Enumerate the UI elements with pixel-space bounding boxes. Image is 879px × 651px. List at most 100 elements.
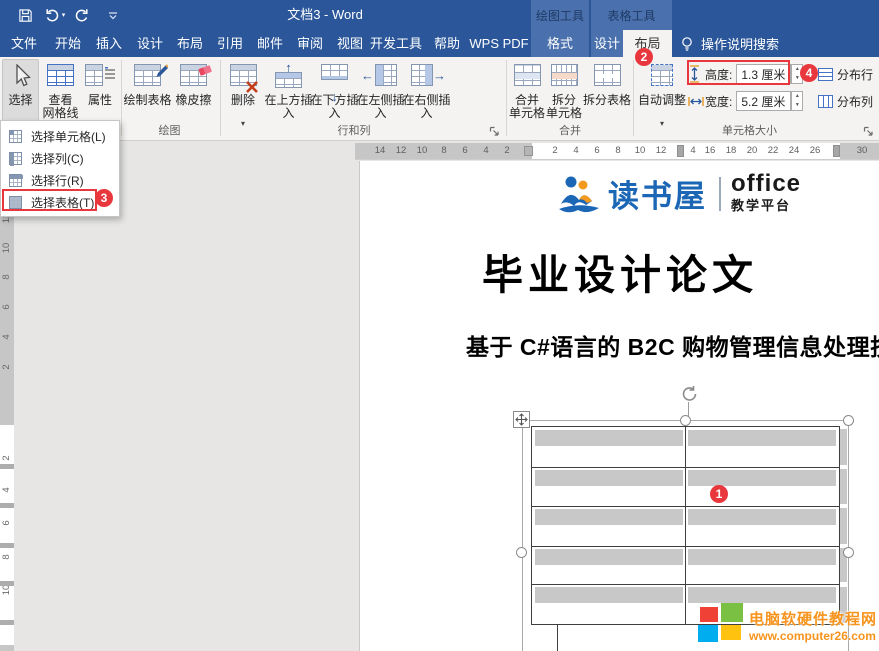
row-end-mark xyxy=(840,508,847,544)
draw-table-button[interactable]: 绘制表格 xyxy=(124,59,171,133)
delete-button[interactable]: 删除 ▾ xyxy=(224,59,262,133)
tab-file[interactable]: 文件 xyxy=(4,30,44,57)
table-row-marker[interactable] xyxy=(0,543,14,548)
width-spinner[interactable]: ▲▼ xyxy=(791,91,803,111)
save-button[interactable] xyxy=(12,2,38,28)
rows-cols-dialog-launcher[interactable] xyxy=(489,124,501,136)
annotation-badge-3: 3 xyxy=(95,189,113,207)
tab-insert[interactable]: 插入 xyxy=(89,30,129,57)
select-cursor-icon xyxy=(3,64,38,92)
tab-view[interactable]: 视图 xyxy=(330,30,370,57)
annotation-badge-2: 2 xyxy=(635,48,653,66)
insert-left-button[interactable]: ← 在左侧插入 xyxy=(358,59,403,133)
watermark-site-url: www.computer26.com xyxy=(749,629,877,643)
resize-handle-right[interactable] xyxy=(843,547,854,558)
annotation-badge-4: 4 xyxy=(800,64,818,82)
merge-cells-button[interactable]: 合并单元格 xyxy=(509,59,545,133)
logo-office: office xyxy=(731,173,801,195)
distribute-rows-button[interactable]: 分布行 xyxy=(818,63,873,85)
undo-dropdown-caret[interactable]: ▾ xyxy=(62,11,66,19)
draw-table-icon xyxy=(125,64,170,92)
distribute-rows-label: 分布行 xyxy=(837,66,873,83)
table-row-marker[interactable] xyxy=(0,581,14,586)
table-row-marker[interactable] xyxy=(0,620,14,625)
properties-icon xyxy=(83,64,117,92)
word-window: ▾ 文档3 - Word 绘图工具 表格工具 文件 开始 插入 设计 布局 引用… xyxy=(0,0,879,651)
ruler-number: 6 xyxy=(457,145,473,156)
tab-home[interactable]: 开始 xyxy=(48,30,88,57)
rotate-handle[interactable] xyxy=(680,385,698,408)
table-row-marker[interactable] xyxy=(0,464,14,469)
properties-label: 属性 xyxy=(77,94,123,107)
ruler-number: 4 xyxy=(1,482,13,498)
tell-me-search[interactable]: 操作说明搜索 xyxy=(680,30,779,57)
tab-format[interactable]: 格式 xyxy=(531,30,589,57)
tab-help[interactable]: 帮助 xyxy=(426,30,468,57)
logo-subtitle: 教学平台 xyxy=(731,195,801,214)
menu-item-select-column[interactable]: 选择列(C) xyxy=(1,147,119,169)
table-column-border[interactable] xyxy=(685,427,686,624)
delete-label: 删除 xyxy=(219,94,267,107)
insert-above-button[interactable]: ↑ 在上方插入 xyxy=(266,59,311,133)
tab-developer[interactable]: 开发工具 xyxy=(368,30,424,57)
tab-mailings[interactable]: 邮件 xyxy=(250,30,290,57)
autofit-button[interactable]: 自动调整 ▾ xyxy=(637,59,687,133)
cell-selection-highlight xyxy=(535,549,683,565)
table-border-continuation xyxy=(557,625,558,651)
split-table-icon xyxy=(584,64,630,92)
document-canvas: 读书屋 office 教学平台 毕业设计论文 基于 C#语言的 B2C 购物管理… xyxy=(14,161,879,651)
customize-qat-button[interactable] xyxy=(100,2,126,28)
ruler-number: 22 xyxy=(765,145,781,156)
tab-references[interactable]: 引用 xyxy=(210,30,250,57)
eraser-icon xyxy=(173,64,214,92)
insert-below-button[interactable]: ↓ 在下方插入 xyxy=(312,59,357,133)
table-column-marker[interactable] xyxy=(833,145,840,157)
redo-icon xyxy=(73,8,89,22)
tab-table-design[interactable]: 设计 xyxy=(591,30,623,57)
split-cells-button[interactable]: 拆分单元格 xyxy=(546,59,582,133)
ruler-number: 4 xyxy=(478,145,494,156)
distribute-columns-button[interactable]: 分布列 xyxy=(818,90,873,112)
tab-design[interactable]: 设计 xyxy=(130,30,170,57)
split-cells-icon xyxy=(547,64,581,92)
title-bar: ▾ 文档3 - Word 绘图工具 表格工具 xyxy=(0,0,879,30)
tab-layout[interactable]: 布局 xyxy=(170,30,210,57)
menu-item-select-cell[interactable]: 选择单元格(L) xyxy=(1,125,119,147)
ruler-number: 18 xyxy=(723,145,739,156)
save-icon xyxy=(18,8,33,23)
tab-review[interactable]: 审阅 xyxy=(290,30,330,57)
undo-button[interactable]: ▾ xyxy=(42,2,68,28)
group-label-rows-cols: 行和列 xyxy=(224,123,484,139)
site-logo: 读书屋 office 教学平台 xyxy=(556,171,801,216)
ruler-number: 4 xyxy=(1,329,13,345)
redo-button[interactable] xyxy=(68,2,94,28)
undo-icon xyxy=(45,8,61,22)
table-column-marker[interactable] xyxy=(677,145,684,157)
resize-handle-top-right[interactable] xyxy=(843,415,854,426)
view-gridlines-icon xyxy=(42,64,79,92)
insert-right-button[interactable]: → 在右侧插入 xyxy=(404,59,449,133)
distribute-columns-icon xyxy=(818,95,833,108)
table-row-marker[interactable] xyxy=(0,503,14,508)
eraser-button[interactable]: 橡皮擦 xyxy=(172,59,215,133)
split-cells-label-2: 单元格 xyxy=(546,106,582,120)
resize-handle-left[interactable] xyxy=(516,547,527,558)
cell-size-dialog-launcher[interactable] xyxy=(863,124,875,136)
ruler-number: 26 xyxy=(807,145,823,156)
document-page[interactable]: 读书屋 office 教学平台 毕业设计论文 基于 C#语言的 B2C 购物管理… xyxy=(359,161,879,651)
split-table-button[interactable]: 拆分表格 xyxy=(583,59,631,133)
table-move-handle[interactable] xyxy=(513,411,530,428)
resize-handle-top[interactable] xyxy=(680,415,691,426)
menu-item-select-row[interactable]: 选择行(R) xyxy=(1,169,119,191)
ruler-number: 8 xyxy=(1,549,13,565)
ruler-number: 10 xyxy=(414,145,430,156)
ruler-number: 24 xyxy=(786,145,802,156)
ruler-number: 12 xyxy=(393,145,409,156)
indent-marker[interactable] xyxy=(524,146,533,156)
group-label-cell-size: 单元格大小 xyxy=(637,123,862,139)
ruler-number: 20 xyxy=(744,145,760,156)
merge-cells-label-1: 合并 xyxy=(515,93,539,107)
tab-wps-pdf[interactable]: WPS PDF xyxy=(468,30,530,57)
word-table[interactable] xyxy=(531,426,840,625)
width-input[interactable]: 5.2 厘米 xyxy=(736,91,791,111)
